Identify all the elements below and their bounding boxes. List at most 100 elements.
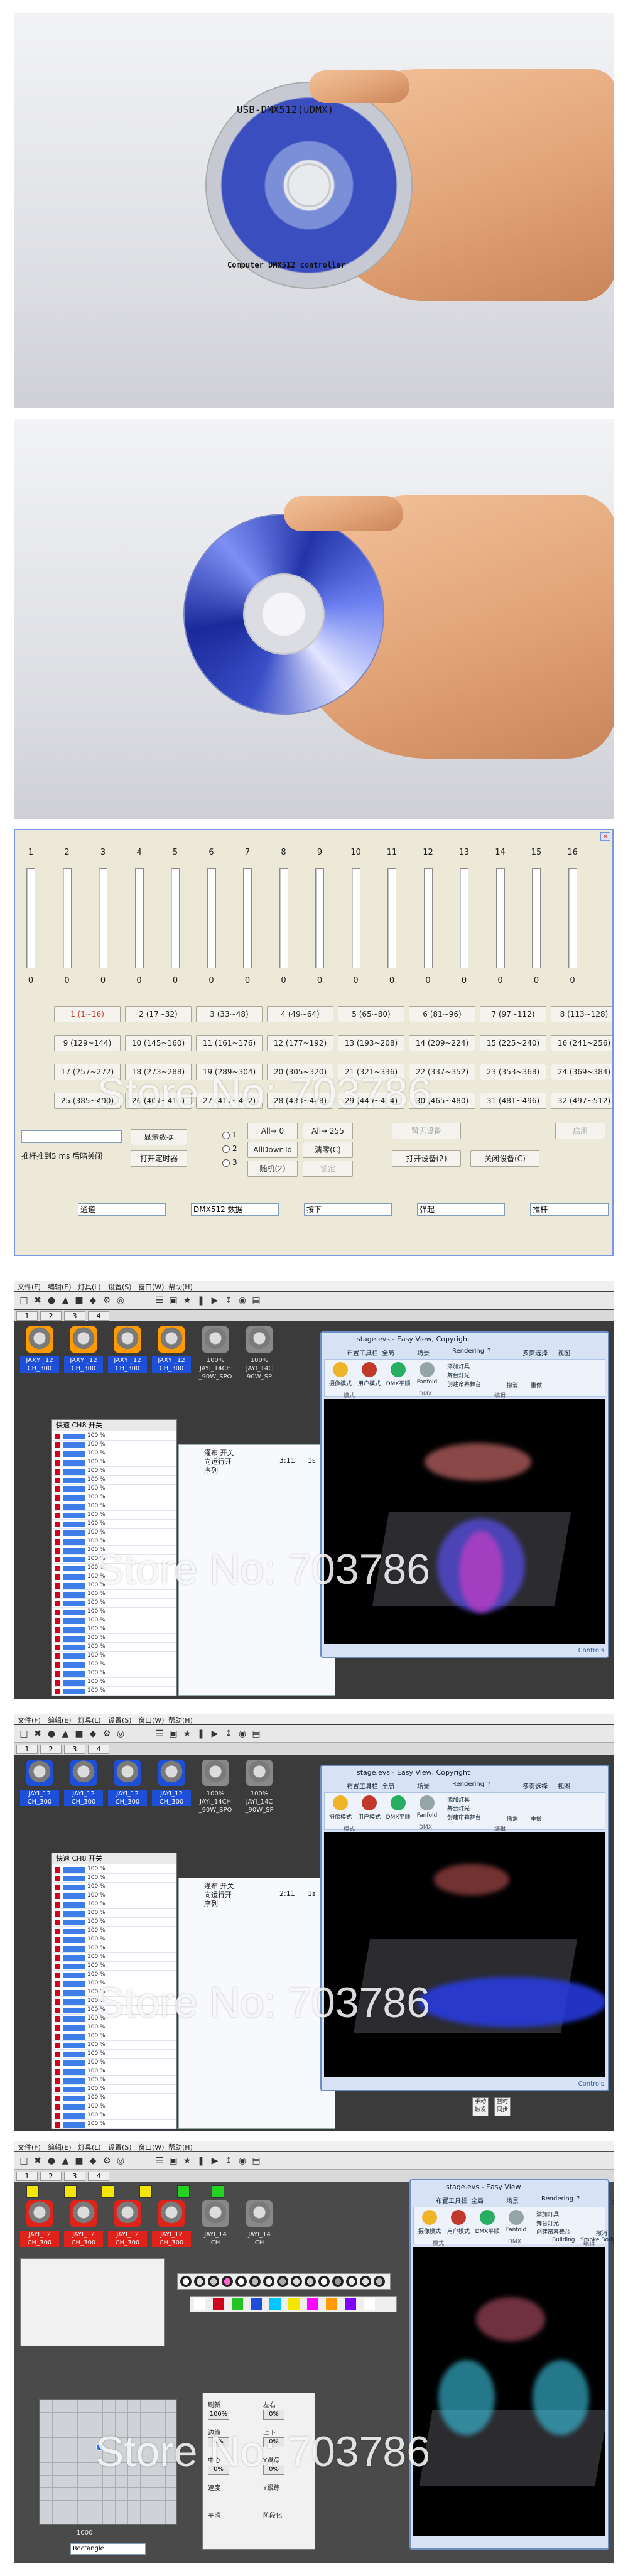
toolbar-tool-icon[interactable]: ⚙ (102, 2156, 112, 2166)
sync-button[interactable]: 暂时 同步 (494, 2097, 511, 2116)
ribbon-tab[interactable]: Rendering (452, 1348, 484, 1355)
color-chip[interactable] (213, 2298, 224, 2310)
group-button-30[interactable]: 30 (465~480) (409, 1093, 475, 1109)
gobo-icon[interactable] (180, 2276, 192, 2287)
grid-row[interactable]: 100 % (52, 1643, 176, 1652)
close-device-button[interactable]: 关闭设备(C) (470, 1150, 539, 1167)
ribbon-small-button[interactable]: 舞台灯光 (447, 1804, 470, 1812)
page-tab-1[interactable]: 1 (16, 1745, 38, 1754)
grid-row[interactable]: 100 % (52, 2121, 176, 2129)
level-bar[interactable] (63, 1442, 85, 1448)
ribbon-button[interactable]: 摄像模式 (416, 2210, 443, 2243)
level-bar[interactable] (63, 1592, 85, 1598)
group-button-13[interactable]: 13 (193~208) (338, 1035, 404, 1051)
level-bar[interactable] (63, 1548, 85, 1554)
random-button[interactable]: 随机(2) (247, 1161, 298, 1177)
toolbar-tool-icon[interactable]: ▣ (168, 1296, 178, 1306)
level-bar[interactable] (63, 1885, 85, 1890)
fader-slider-6[interactable] (207, 868, 216, 968)
radio-2[interactable] (222, 1145, 230, 1153)
toolbar-tool-icon[interactable]: ▲ (60, 1729, 70, 1739)
level-bar[interactable] (63, 2096, 85, 2101)
group-button-8[interactable]: 8 (113~128) (551, 1006, 612, 1022)
ribbon-small-button[interactable]: 添加灯具 (447, 1795, 470, 1804)
grid-row[interactable]: 100 % (52, 1962, 176, 1971)
grid-row[interactable]: 100 % (52, 1538, 176, 1546)
level-bar[interactable] (63, 2078, 85, 2084)
ribbon-tab[interactable]: ? (487, 1348, 490, 1355)
gobo-icon[interactable] (236, 2276, 247, 2287)
fader-slider-14[interactable] (495, 868, 505, 968)
grid-row[interactable]: 100 % (52, 1626, 176, 1634)
ribbon-small-button[interactable]: 创建帘幕舞台 (447, 1813, 481, 1821)
toolbar-tool-icon[interactable]: ❚ (196, 1296, 206, 1306)
menu-item[interactable]: 设置(S) (108, 2142, 132, 2152)
group-button-29[interactable]: 29 (449~464) (338, 1093, 404, 1109)
grid-row[interactable]: 100 % (52, 1573, 176, 1581)
group-button-20[interactable]: 20 (305~320) (267, 1064, 333, 1080)
grid-row[interactable]: 100 % (52, 2068, 176, 2076)
level-bar[interactable] (63, 2060, 85, 2066)
ribbon-small-button[interactable]: 添加灯具 (447, 1362, 470, 1370)
grid-row[interactable]: 100 % (52, 1450, 176, 1458)
grid-row[interactable]: 100 % (52, 1866, 176, 1874)
ribbon-button[interactable]: 摄像模式 (327, 1795, 354, 1828)
toolbar-tool-icon[interactable]: ↕ (224, 1729, 234, 1739)
group-button-14[interactable]: 14 (209~224) (409, 1035, 475, 1051)
toolbar-tool-icon[interactable]: ⚙ (102, 1729, 112, 1739)
level-bar[interactable] (63, 1574, 85, 1580)
fixture-tile[interactable]: JAXYI_12 CH_300 (20, 1326, 59, 1380)
toolbar-tool-icon[interactable]: ▲ (60, 1296, 70, 1306)
page-tab-2[interactable]: 2 (40, 1311, 62, 1321)
grid-row[interactable]: 100 % (52, 1971, 176, 1979)
group-button-11[interactable]: 11 (161~176) (196, 1035, 263, 1051)
group-button-23[interactable]: 23 (353~368) (480, 1064, 546, 1080)
smoke-button[interactable]: Smoke Body (580, 2237, 614, 2243)
grid-row[interactable]: 100 % (52, 1459, 176, 1467)
level-bar[interactable] (63, 2104, 85, 2110)
toolbar-tool-icon[interactable]: ▤ (251, 1729, 261, 1739)
level-bar[interactable] (63, 2008, 85, 2013)
group-button-28[interactable]: 28 (433~448) (267, 1093, 333, 1109)
ribbon-tab[interactable]: 场景 (506, 2195, 519, 2205)
grid-row[interactable]: 100 % (52, 1670, 176, 1678)
toolbar-tool-icon[interactable]: ◆ (88, 2156, 98, 2166)
menu-item[interactable]: 文件(F) (18, 2142, 41, 2152)
level-bar[interactable] (63, 1981, 85, 1987)
ribbon-tab[interactable]: 布置工具栏 (347, 1348, 378, 1357)
ribbon-button[interactable]: DMX平顺 (385, 1795, 411, 1828)
level-bar[interactable] (63, 1513, 85, 1518)
ribbon-undo-redo[interactable]: 撤消 (507, 1814, 518, 1822)
ribbon-tab[interactable]: 多页选择 (522, 1781, 548, 1790)
motion-control-value[interactable]: 100% (208, 2410, 229, 2420)
motion-control-value[interactable]: 0% (263, 2437, 284, 2447)
grid-row[interactable]: 100 % (52, 1608, 176, 1616)
fixture-tile[interactable]: 100% JAYI_14CH _90W_SPO (196, 1760, 235, 1814)
menu-item[interactable]: 设置(S) (108, 1715, 132, 1725)
grid-row[interactable]: 100 % (52, 2086, 176, 2094)
level-bar[interactable] (63, 2034, 85, 2040)
toolbar-tool-icon[interactable]: ● (46, 1729, 57, 1739)
grid-row[interactable]: 100 % (52, 1883, 176, 1891)
group-button-26[interactable]: 26 (401~416) (125, 1093, 192, 1109)
level-bar[interactable] (63, 1955, 85, 1961)
ribbon-undo-redo[interactable]: 重做 (531, 1381, 542, 1389)
toolbar-tool-icon[interactable]: ▣ (168, 2156, 178, 2166)
group-button-17[interactable]: 17 (257~272) (54, 1064, 121, 1080)
fader-slider-2[interactable] (62, 868, 72, 968)
grid-row[interactable]: 100 % (52, 1599, 176, 1608)
gobo-icon[interactable] (332, 2276, 344, 2287)
grid-row[interactable]: 100 % (52, 1998, 176, 2006)
toolbar-tool-icon[interactable]: ◎ (116, 1296, 126, 1306)
toolbar-tool-icon[interactable]: ▲ (60, 2156, 70, 2166)
ribbon-small-button[interactable]: 创建帘幕舞台 (447, 1380, 481, 1388)
grid-row[interactable]: 100 % (52, 2103, 176, 2111)
group-button-32[interactable]: 32 (497~512) (551, 1093, 612, 1109)
page-tab-4[interactable]: 4 (88, 2172, 109, 2181)
ribbon-small-button[interactable]: 舞台灯光 (447, 1371, 470, 1379)
ribbon-tab[interactable]: Rendering (541, 2195, 573, 2202)
color-chip[interactable] (345, 2298, 356, 2310)
grid-row[interactable]: 100 % (52, 1485, 176, 1493)
close-icon[interactable]: × (600, 832, 610, 841)
color-chip[interactable] (232, 2298, 243, 2310)
